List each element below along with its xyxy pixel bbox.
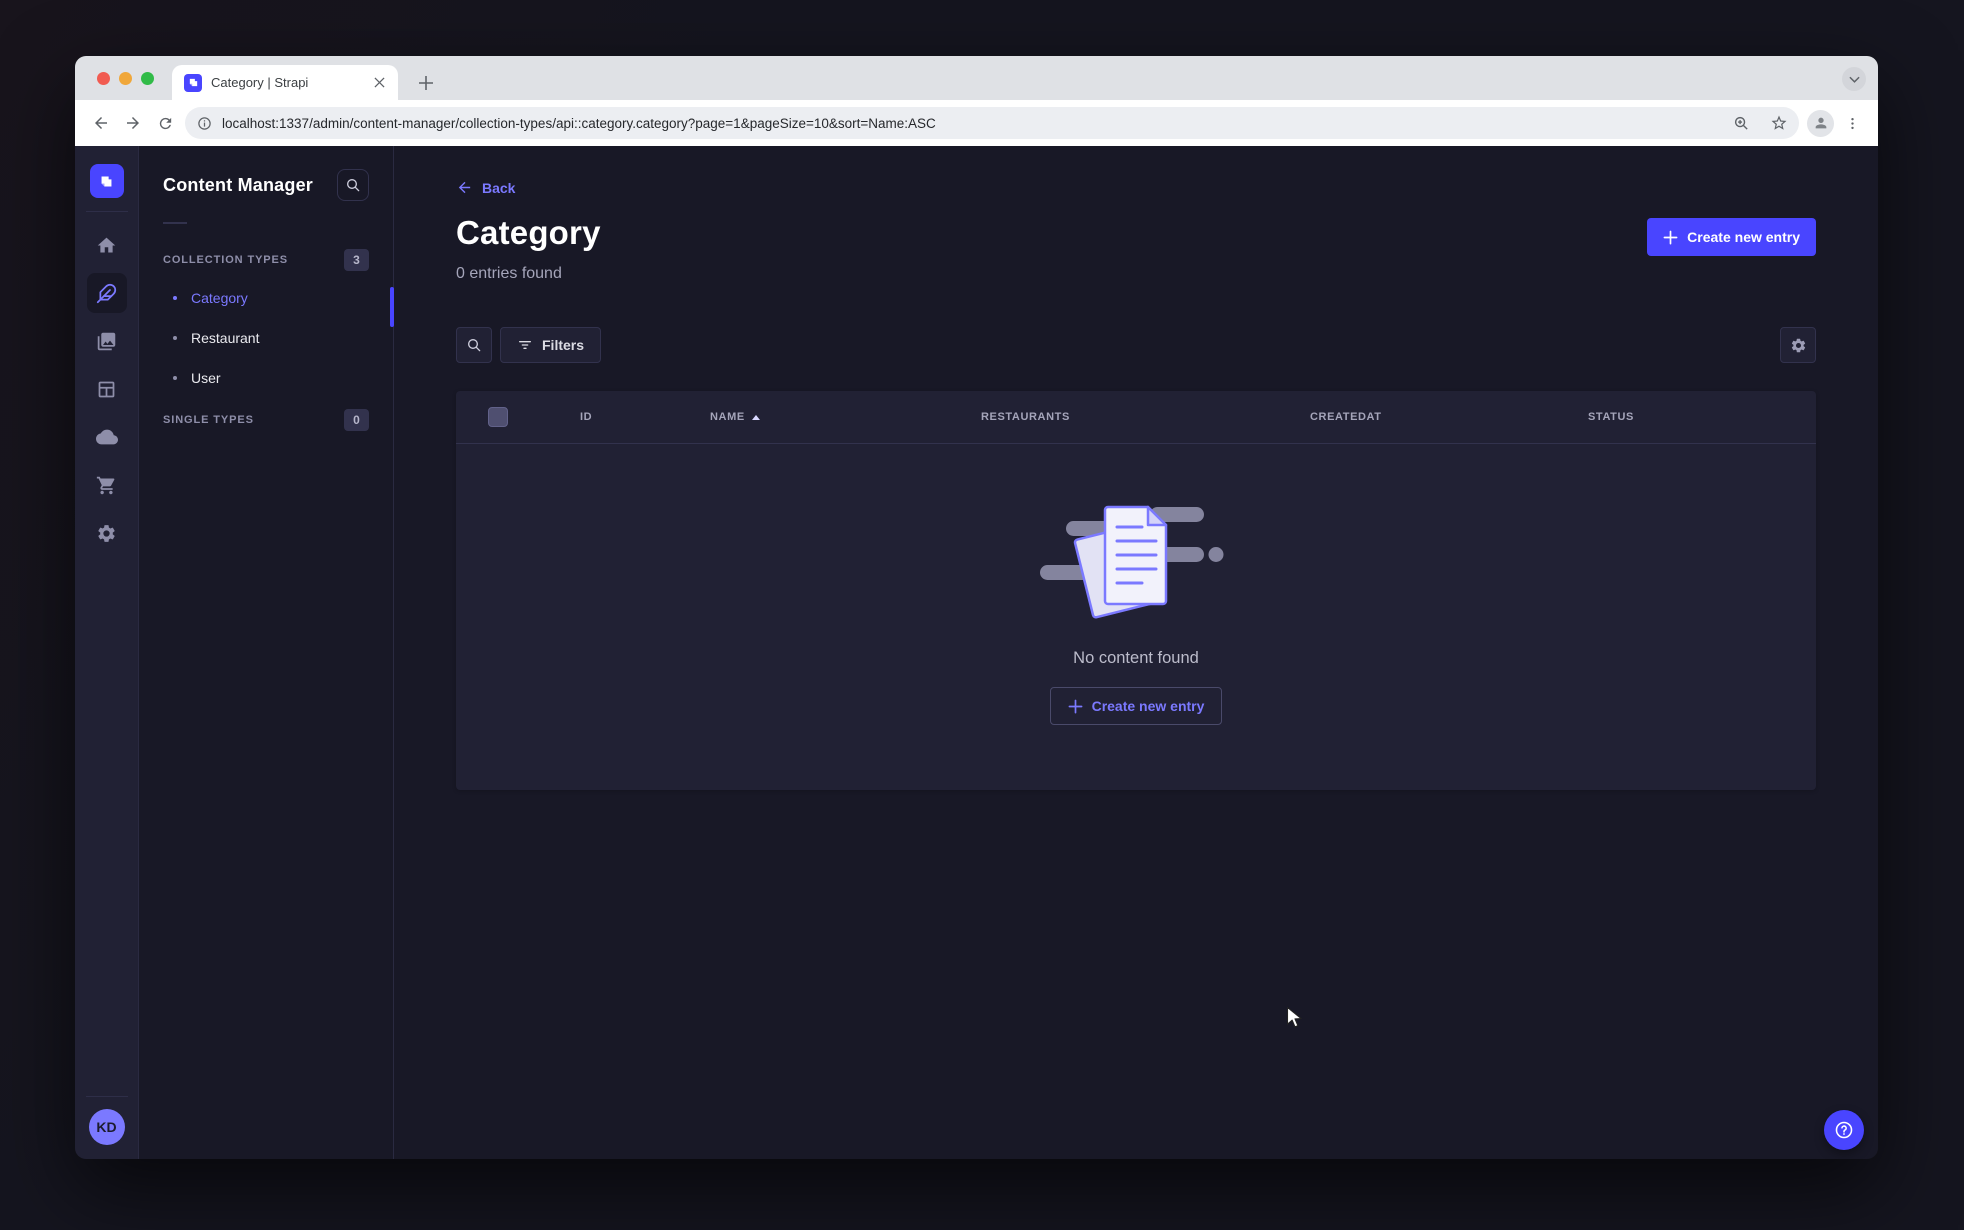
- filters-label: Filters: [542, 337, 585, 353]
- arrow-left-icon: [458, 181, 471, 194]
- nav-content-type-builder-icon[interactable]: [87, 369, 127, 409]
- create-new-entry-button[interactable]: Create new entry: [1647, 218, 1816, 256]
- user-avatar[interactable]: KD: [88, 1109, 125, 1145]
- bullet-icon: [173, 336, 177, 340]
- sort-ascending-icon: [751, 414, 760, 420]
- filter-icon: [519, 341, 531, 349]
- plus-icon: [1068, 699, 1083, 713]
- url-text[interactable]: localhost:1337/admin/content-manager/col…: [222, 116, 1717, 131]
- empty-create-entry-button[interactable]: Create new entry: [1049, 687, 1223, 725]
- subnav-item-label: User: [191, 370, 221, 386]
- browser-tab-active[interactable]: Category | Strapi: [172, 65, 398, 100]
- browser-menu-kebab-icon[interactable]: [1836, 107, 1868, 139]
- table-search-button[interactable]: [456, 327, 492, 363]
- bullet-icon: [173, 376, 177, 380]
- column-header-name[interactable]: NAME: [710, 411, 981, 423]
- subnav-title: Content Manager: [163, 174, 314, 195]
- subnav-search-button[interactable]: [337, 169, 369, 201]
- strapi-admin-app: KD Content Manager COLLECTION TYPES 3 Ca…: [75, 146, 1878, 1159]
- nav-cloud-icon[interactable]: [87, 417, 127, 457]
- search-icon: [468, 339, 481, 352]
- help-button[interactable]: [1824, 1110, 1864, 1150]
- browser-profile-avatar[interactable]: [1807, 109, 1834, 137]
- tab-search-chevron-icon[interactable]: [1842, 67, 1866, 91]
- browser-toolbar: localhost:1337/admin/content-manager/col…: [75, 100, 1878, 146]
- subnav-item-category[interactable]: Category: [163, 278, 369, 318]
- new-tab-button[interactable]: [412, 69, 440, 97]
- reload-icon[interactable]: [149, 107, 181, 139]
- zoom-page-icon[interactable]: [1727, 109, 1755, 137]
- close-window-button[interactable]: [97, 72, 110, 85]
- nav-content-manager-icon[interactable]: [86, 273, 127, 313]
- main-content: Back Category Create new entry 0 entries…: [394, 146, 1878, 1159]
- navbar-bottom: KD: [75, 1096, 138, 1159]
- subnav-item-label: Category: [191, 290, 248, 306]
- subnav-item-restaurant[interactable]: Restaurant: [163, 318, 369, 358]
- collection-types-count-badge: 3: [344, 249, 369, 271]
- tab-title: Category | Strapi: [211, 75, 309, 90]
- collection-types-label: COLLECTION TYPES: [163, 254, 289, 266]
- nav-media-library-icon[interactable]: [87, 321, 127, 361]
- browser-window: Category | Strapi localhost:1337/admin/c…: [75, 56, 1878, 1159]
- nav-settings-icon[interactable]: [87, 513, 127, 553]
- plus-icon: [1663, 230, 1678, 244]
- column-header-status[interactable]: STATUS: [1588, 411, 1816, 423]
- content-manager-subnav: Content Manager COLLECTION TYPES 3 Categ…: [139, 146, 394, 1159]
- subnav-item-user[interactable]: User: [163, 358, 369, 398]
- entries-count: 0 entries found: [456, 265, 562, 282]
- subnav-divider: [163, 222, 187, 224]
- nav-marketplace-icon[interactable]: [87, 465, 127, 505]
- select-all-checkbox[interactable]: [488, 407, 508, 427]
- empty-state-message: No content found: [1073, 649, 1199, 667]
- desktop: { "browser": { "tab_title": "Category | …: [0, 0, 1964, 1230]
- navbar-divider: [85, 211, 128, 212]
- gear-icon: [1791, 338, 1805, 352]
- url-bar[interactable]: localhost:1337/admin/content-manager/col…: [185, 107, 1799, 139]
- single-types-count-badge: 0: [344, 409, 369, 431]
- page-title: Category: [456, 214, 601, 251]
- tab-close-icon[interactable]: [370, 74, 388, 92]
- question-mark-icon: [1835, 1121, 1853, 1139]
- collection-types-list: Category Restaurant User: [163, 278, 369, 398]
- strapi-logo[interactable]: [89, 164, 124, 198]
- column-header-createdat[interactable]: CREATEDAT: [1310, 411, 1588, 423]
- create-new-entry-label: Create new entry: [1687, 229, 1800, 245]
- strapi-favicon: [184, 73, 202, 92]
- table-header-row: ID NAME RESTAURANTS CREATEDAT STATUS: [456, 391, 1816, 444]
- subnav-item-label: Restaurant: [191, 330, 260, 346]
- no-content-illustration: [1040, 505, 1224, 619]
- empty-create-entry-label: Create new entry: [1091, 698, 1205, 714]
- column-header-restaurants[interactable]: RESTAURANTS: [981, 411, 1310, 423]
- entries-table-card: ID NAME RESTAURANTS CREATEDAT STATUS No …: [456, 391, 1816, 790]
- site-info-icon[interactable]: [197, 116, 212, 131]
- window-controls: [97, 72, 154, 85]
- maximize-window-button[interactable]: [141, 72, 154, 85]
- empty-state: No content found Create new entry: [456, 444, 1816, 790]
- filters-button[interactable]: Filters: [500, 327, 602, 363]
- back-nav-icon[interactable]: [85, 107, 117, 139]
- single-types-label: SINGLE TYPES: [163, 414, 254, 426]
- minimize-window-button[interactable]: [119, 72, 132, 85]
- main-navbar: KD: [75, 146, 139, 1159]
- table-settings-button[interactable]: [1780, 327, 1816, 363]
- navbar-bottom-divider: [85, 1096, 128, 1097]
- bullet-icon: [173, 296, 177, 300]
- browser-tabstrip: Category | Strapi: [75, 56, 1878, 100]
- column-header-id[interactable]: ID: [580, 411, 710, 423]
- back-label: Back: [482, 179, 516, 196]
- nav-home-icon[interactable]: [87, 225, 127, 265]
- forward-nav-icon[interactable]: [117, 107, 149, 139]
- bookmark-star-icon[interactable]: [1765, 109, 1793, 137]
- back-link[interactable]: Back: [456, 179, 515, 196]
